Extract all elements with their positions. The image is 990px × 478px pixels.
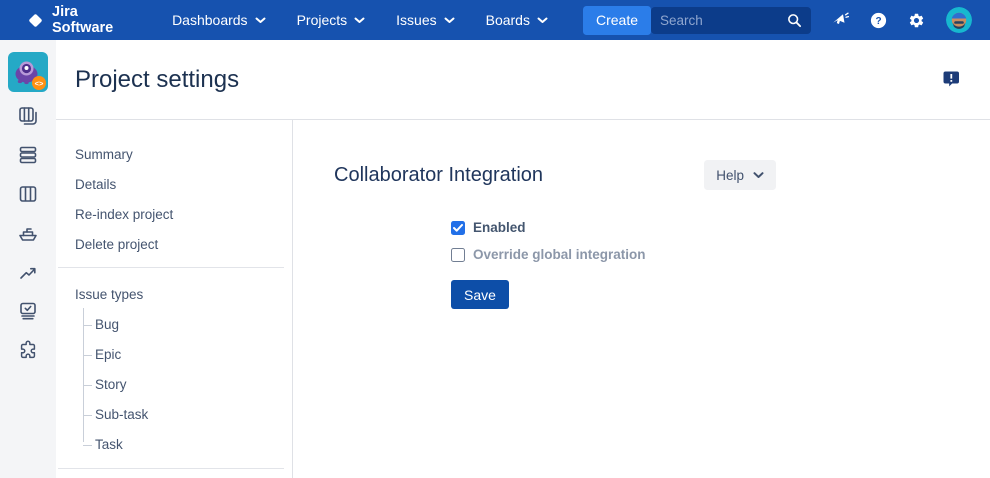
help-icon[interactable]: ? xyxy=(870,12,887,29)
issue-types-tree: Bug Epic Story Sub-task Task xyxy=(56,310,292,460)
sidebar-item-bug[interactable]: Bug xyxy=(56,310,292,340)
menu-dashboards[interactable]: Dashboards xyxy=(172,12,266,28)
search-box[interactable] xyxy=(651,7,811,34)
backlog-icon[interactable] xyxy=(17,105,39,127)
sidebar-divider xyxy=(58,267,284,268)
sidebar-item-sub-task[interactable]: Sub-task xyxy=(56,400,292,430)
sidebar-item-summary[interactable]: Summary xyxy=(56,140,292,170)
chevron-down-icon xyxy=(255,17,266,24)
page-title: Project settings xyxy=(75,66,239,94)
enabled-label: Enabled xyxy=(473,220,526,235)
chevron-down-icon xyxy=(753,172,764,179)
content-header: Collaborator Integration Help xyxy=(334,160,776,190)
sidebar-item-issue-types[interactable]: Issue types xyxy=(56,280,292,310)
user-avatar[interactable] xyxy=(946,7,972,33)
brand-label: Jira Software xyxy=(52,4,136,36)
settings-body: Summary Details Re-index project Delete … xyxy=(56,120,990,478)
enabled-checkbox[interactable] xyxy=(451,221,465,235)
releases-icon[interactable] xyxy=(17,222,39,244)
project-nav-icons xyxy=(17,105,39,361)
sidebar-divider xyxy=(58,468,284,469)
reports-icon[interactable] xyxy=(17,261,39,283)
sidebar-item-story[interactable]: Story xyxy=(56,370,292,400)
override-row: Override global integration xyxy=(451,247,776,262)
menu-issues[interactable]: Issues xyxy=(396,12,454,28)
main-column: Project settings Summary Details Re-inde… xyxy=(56,40,990,478)
sidebar-item-reindex-project[interactable]: Re-index project xyxy=(56,200,292,230)
content-title: Collaborator Integration xyxy=(334,164,543,187)
main-menu: Dashboards Projects Issues Boards xyxy=(172,12,548,28)
sidebar-item-delete-project[interactable]: Delete project xyxy=(56,230,292,260)
page-header: Project settings xyxy=(56,40,990,119)
sidebar-item-details[interactable]: Details xyxy=(56,170,292,200)
project-avatar[interactable]: <> xyxy=(8,52,48,92)
jira-logo[interactable]: Jira Software xyxy=(27,4,136,36)
menu-boards[interactable]: Boards xyxy=(486,12,548,28)
top-navigation-bar: Jira Software Dashboards Projects Issues… xyxy=(0,0,990,40)
addons-icon[interactable] xyxy=(17,339,39,361)
help-button[interactable]: Help xyxy=(704,160,776,190)
content-panel: Collaborator Integration Help Enabled xyxy=(293,120,990,478)
project-icon-strip: <> xyxy=(0,40,56,478)
app-body: <> xyxy=(0,40,990,478)
chevron-down-icon xyxy=(537,17,548,24)
nav-right-cluster: ? xyxy=(651,7,972,34)
announcements-icon[interactable] xyxy=(832,12,849,28)
sidebar-item-task[interactable]: Task xyxy=(56,430,292,460)
project-settings-sidebar: Summary Details Re-index project Delete … xyxy=(56,120,293,478)
chevron-down-icon xyxy=(354,17,365,24)
issues-icon[interactable] xyxy=(17,300,39,322)
svg-text:?: ? xyxy=(875,16,881,27)
save-button[interactable]: Save xyxy=(451,280,509,309)
jira-diamond-icon xyxy=(27,12,44,29)
integration-form: Enabled Override global integration Save xyxy=(451,220,776,309)
sprints-icon[interactable] xyxy=(17,144,39,166)
override-global-integration-label: Override global integration xyxy=(473,247,646,262)
settings-gear-icon[interactable] xyxy=(908,12,925,29)
svg-text:<>: <> xyxy=(35,79,44,88)
chevron-down-icon xyxy=(444,17,455,24)
search-input[interactable] xyxy=(660,13,787,28)
feedback-icon[interactable] xyxy=(943,71,960,88)
create-button[interactable]: Create xyxy=(583,6,651,35)
menu-projects[interactable]: Projects xyxy=(297,12,366,28)
override-global-integration-checkbox[interactable] xyxy=(451,248,465,262)
search-icon[interactable] xyxy=(787,13,802,28)
board-icon[interactable] xyxy=(17,183,39,205)
enabled-row: Enabled xyxy=(451,220,776,235)
sidebar-item-epic[interactable]: Epic xyxy=(56,340,292,370)
